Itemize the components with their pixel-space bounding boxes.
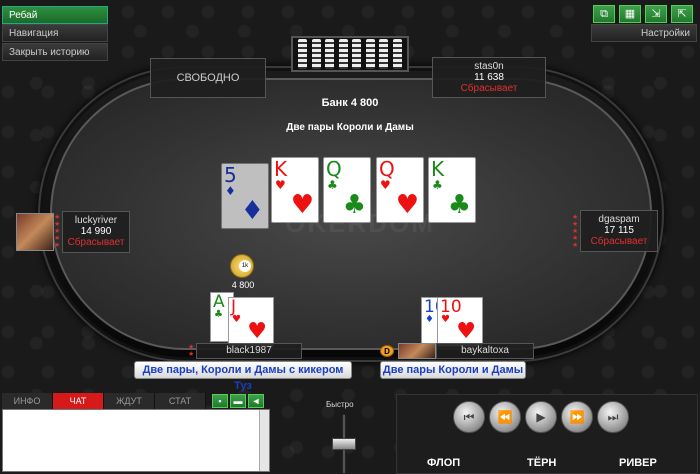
chat-bubble-icon[interactable]: ▪ — [212, 394, 228, 408]
seat-dgaspam: dgaspam 17 115 Сбрасывает — [580, 210, 658, 252]
player-name: luckyriver — [74, 215, 118, 226]
board-card: 5 ♦ ♦ — [221, 163, 269, 229]
player-name: baykaltoxa — [461, 345, 509, 356]
street-flop[interactable]: ФЛОП — [427, 457, 460, 469]
tab-info[interactable]: ИНФО — [2, 393, 53, 409]
dealer-chip-rack — [291, 36, 409, 72]
replay-controls: ⏮ ⏪ ▶ ⏩ ⏭ ФЛОП ТЁРН РИВЕР — [396, 394, 698, 474]
sound-icon[interactable]: ◄ — [248, 394, 264, 408]
player-name: black1987 — [226, 345, 272, 356]
rating-stars-icon: ★ ★ — [188, 344, 195, 358]
free-seat[interactable]: СВОБОДНО — [150, 58, 266, 98]
hole-card: J ♥ ♥ — [228, 297, 274, 347]
bet-amount: 4 800 — [231, 280, 255, 290]
play-icon[interactable]: ▶ — [525, 401, 557, 433]
fullscreen-icon[interactable]: ⇱ — [671, 5, 693, 23]
rating-stars-icon: ★ ★ ★ ★ ★ — [572, 214, 579, 249]
speed-label: Быстро — [326, 400, 354, 409]
close-history-button[interactable]: Закрыть историю — [2, 43, 108, 61]
speed-slider-handle[interactable] — [332, 438, 356, 450]
lobby-icon[interactable]: ⧉ — [593, 5, 615, 23]
seat-luckyriver: luckyriver 14 990 Сбрасывает — [62, 211, 130, 253]
chat-scrollbar[interactable] — [259, 410, 269, 471]
to-end-icon[interactable]: ⏭ — [597, 401, 629, 433]
player-status: Сбрасывает — [67, 237, 125, 248]
player-name: dgaspam — [598, 214, 640, 225]
settings-button[interactable]: Настройки — [591, 24, 697, 42]
seat-baykaltoxa: baykaltoxa — [436, 343, 534, 359]
player-stack: 17 115 — [604, 225, 634, 236]
hand-label-baykaltoxa: Две пары Короли и Дамы — [380, 361, 526, 379]
street-river[interactable]: РИВЕР — [619, 457, 657, 469]
chat-panel: ИНФО ЧАТ ЖДУТ СТАТ ▪ ▬ ◄ — [2, 393, 270, 474]
dealer-button-icon: D — [380, 345, 394, 357]
board-card: K ♥ ♥ — [271, 157, 319, 223]
player-status: Сбрасывает — [590, 236, 648, 247]
player-name: stas0n — [474, 61, 504, 72]
chat-log[interactable] — [2, 409, 270, 472]
seat-black1987: black1987 — [196, 343, 302, 359]
hole-card: 10 ♥ ♥ — [437, 297, 483, 347]
tab-stats[interactable]: СТАТ — [155, 393, 206, 409]
seat-stas0n: stas0n 11 638 Сбрасывает — [432, 57, 546, 98]
board-card: K ♣ ♣ — [428, 157, 476, 223]
tables-icon[interactable]: ▦ — [619, 5, 641, 23]
rating-stars-icon: ★ ★ ★ ★ ★ — [54, 214, 61, 249]
rebuy-button[interactable]: Ребай — [2, 6, 108, 24]
to-start-icon[interactable]: ⏮ — [453, 401, 485, 433]
board-hand-description: Две пары Короли и Дамы — [286, 122, 414, 133]
export-icon[interactable]: ⇲ — [645, 5, 667, 23]
tab-waiting[interactable]: ЖДУТ — [104, 393, 155, 409]
board-card: Q ♣ ♣ — [323, 157, 371, 223]
pot-amount: Банк 4 800 — [321, 97, 379, 109]
hand-label-black1987: Две пары, Короли и Дамы с кикером Туз — [134, 361, 352, 392]
navigation-button[interactable]: Навигация — [2, 24, 108, 42]
player-status: Сбрасывает — [460, 83, 518, 94]
tab-chat[interactable]: ЧАТ — [53, 393, 104, 409]
avatar — [16, 213, 54, 251]
board-card: Q ♥ ♥ — [376, 157, 424, 223]
rewind-icon[interactable]: ⏪ — [489, 401, 521, 433]
fast-forward-icon[interactable]: ⏩ — [561, 401, 593, 433]
avatar — [398, 343, 436, 359]
chip-badge: 1k — [239, 260, 251, 272]
player-stack: 14 990 — [80, 226, 112, 237]
minimize-icon[interactable]: ▬ — [230, 394, 246, 408]
player-stack: 11 638 — [474, 72, 504, 83]
street-turn[interactable]: ТЁРН — [527, 457, 556, 469]
